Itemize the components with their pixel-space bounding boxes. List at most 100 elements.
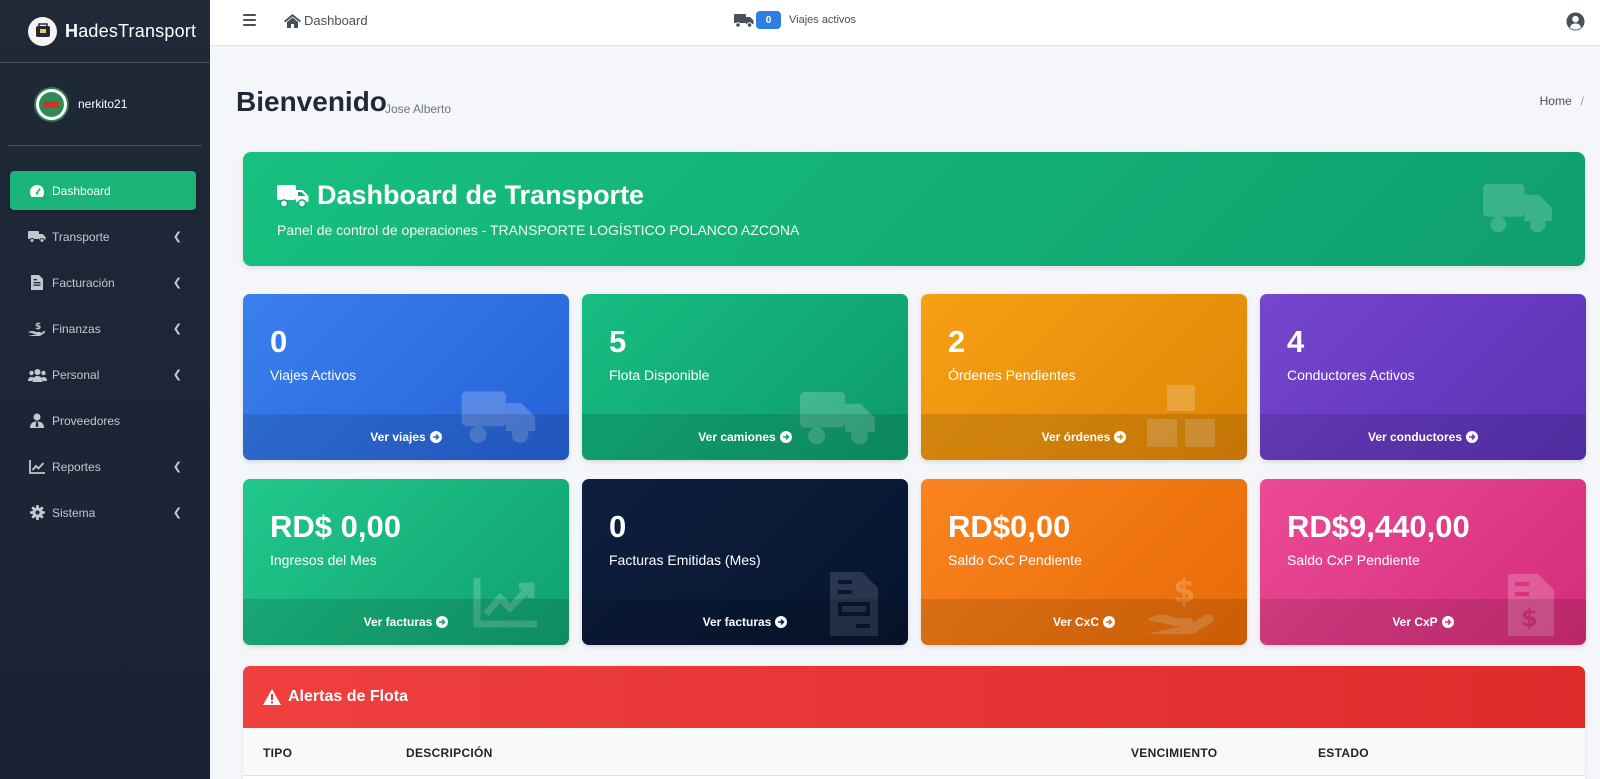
- stat-label: Saldo CxP Pendiente: [1287, 552, 1420, 568]
- card-link-ver-camiones[interactable]: Ver camiones: [582, 414, 908, 460]
- brand-logo-icon: [28, 16, 57, 46]
- svg-text:$: $: [35, 322, 41, 332]
- card-link-ver-cxc[interactable]: Ver CxC: [921, 599, 1247, 645]
- stat-value: 2: [948, 324, 966, 359]
- users-icon: [26, 368, 48, 382]
- arrow-circle-right-icon: [429, 431, 442, 443]
- truck-icon: [277, 184, 309, 208]
- breadcrumb-separator: /: [1580, 94, 1584, 108]
- fleet-alerts-panel: Alertas de Flota TIPO DESCRIPCIÓN VENCIM…: [243, 666, 1585, 779]
- hero-subtitle: Panel de control de operaciones - TRANSP…: [277, 222, 800, 238]
- warning-triangle-icon: [263, 689, 281, 705]
- sidebar-item-personal[interactable]: Personal ❮: [10, 355, 196, 394]
- arrow-circle-right-icon: [1466, 431, 1479, 443]
- truck-icon: [26, 230, 48, 243]
- chevron-left-icon: ❮: [172, 277, 182, 289]
- top-home-link[interactable]: Dashboard: [284, 13, 368, 28]
- user-tie-icon: [26, 413, 48, 428]
- column-header-estado: ESTADO: [1318, 746, 1369, 760]
- gauge-icon: [26, 184, 48, 198]
- sidebar-item-sistema[interactable]: Sistema ❮: [10, 493, 196, 532]
- card-link-ver-viajes[interactable]: Ver viajes: [243, 414, 569, 460]
- arrow-circle-right-icon: [1441, 616, 1454, 628]
- chevron-left-icon: ❮: [172, 507, 182, 519]
- stat-value: 5: [609, 324, 627, 359]
- stat-label: Ingresos del Mes: [270, 552, 377, 568]
- stat-label: Órdenes Pendientes: [948, 367, 1076, 383]
- stat-card-facturas-emitidas: 0 Facturas Emitidas (Mes) Ver facturas: [582, 479, 908, 645]
- card-link-ver-facturas[interactable]: Ver facturas: [582, 599, 908, 645]
- breadcrumb: Home /: [1540, 94, 1584, 108]
- sidebar-item-dashboard[interactable]: Dashboard: [10, 171, 196, 210]
- stat-card-saldo-cxc: RD$0,00 Saldo CxC Pendiente $ Ver CxC: [921, 479, 1247, 645]
- arrow-circle-right-icon: [436, 616, 449, 628]
- chevron-left-icon: ❮: [172, 461, 182, 473]
- sidebar-item-label: Facturación: [52, 275, 115, 290]
- sidebar-item-transporte[interactable]: Transporte ❮: [10, 217, 196, 256]
- sidebar-item-label: Finanzas: [52, 321, 101, 336]
- chevron-left-icon: ❮: [172, 369, 182, 381]
- card-link-ver-facturas[interactable]: Ver facturas: [243, 599, 569, 645]
- chevron-left-icon: ❮: [172, 231, 182, 243]
- breadcrumb-home-link[interactable]: Home: [1540, 94, 1572, 108]
- arrow-circle-right-icon: [1114, 431, 1127, 443]
- stat-value: RD$0,00: [948, 509, 1071, 544]
- hand-money-icon: $: [26, 321, 48, 336]
- active-trips-label: Viajes activos: [789, 14, 857, 26]
- card-link-ver-cxp[interactable]: Ver CxP: [1260, 599, 1586, 645]
- stat-label: Conductores Activos: [1287, 367, 1415, 383]
- card-link-ver-conductores[interactable]: Ver conductores: [1260, 414, 1586, 460]
- top-navbar: Dashboard 0 Viajes activos: [210, 0, 1600, 46]
- avatar: [34, 86, 69, 122]
- stat-card-flota-disponible: 5 Flota Disponible Ver camiones: [582, 294, 908, 460]
- sidebar-item-finanzas[interactable]: $ Finanzas ❮: [10, 309, 196, 348]
- active-trips-indicator[interactable]: 0 Viajes activos: [734, 11, 856, 29]
- sidebar-item-proveedores[interactable]: Proveedores: [10, 401, 196, 440]
- stat-card-ordenes-pendientes: 2 Órdenes Pendientes Ver órdenes: [921, 294, 1247, 460]
- arrow-circle-right-icon: [779, 431, 792, 443]
- user-menu-icon[interactable]: [1566, 12, 1585, 36]
- sidebar: HadesTransport nerkito21 Dashboard Trans…: [0, 0, 210, 779]
- hero-title: Dashboard de Transporte: [277, 180, 644, 211]
- sidebar-item-label: Transporte: [52, 229, 110, 244]
- sidebar-item-label: Dashboard: [52, 183, 111, 198]
- sidebar-item-reportes[interactable]: Reportes ❮: [10, 447, 196, 486]
- stat-label: Flota Disponible: [609, 367, 710, 383]
- truck-icon: [734, 13, 754, 28]
- sidebar-nav: Dashboard Transporte ❮ Facturación ❮ $ F…: [0, 146, 210, 532]
- table-header: TIPO DESCRIPCIÓN VENCIMIENTO ESTADO: [243, 728, 1585, 776]
- stat-card-viajes-activos: 0 Viajes Activos Ver viajes: [243, 294, 569, 460]
- stat-label: Viajes Activos: [270, 367, 357, 383]
- stat-card-saldo-cxp: RD$9,440,00 Saldo CxP Pendiente $ Ver Cx…: [1260, 479, 1586, 645]
- stat-value: 0: [609, 509, 627, 544]
- page-title: Bienvenido: [236, 86, 387, 117]
- arrow-circle-right-icon: [1103, 616, 1116, 628]
- arrow-circle-right-icon: [775, 616, 788, 628]
- user-panel[interactable]: nerkito21: [8, 63, 202, 146]
- stat-value: 4: [1287, 324, 1305, 359]
- menu-toggle-icon[interactable]: [243, 14, 256, 26]
- stat-card-ingresos-mes: RD$ 0,00 Ingresos del Mes Ver facturas: [243, 479, 569, 645]
- sidebar-item-label: Sistema: [52, 505, 96, 520]
- card-link-ver-ordenes[interactable]: Ver órdenes: [921, 414, 1247, 460]
- fleet-alerts-header: Alertas de Flota: [243, 666, 1585, 728]
- fleet-alerts-title: Alertas de Flota: [288, 688, 409, 705]
- invoice-icon: [26, 275, 48, 290]
- stat-card-conductores-activos: 4 Conductores Activos Ver conductores: [1260, 294, 1586, 460]
- sidebar-item-facturacion[interactable]: Facturación ❮: [10, 263, 196, 302]
- sidebar-item-label: Proveedores: [52, 413, 121, 428]
- stat-value: RD$9,440,00: [1287, 509, 1470, 544]
- dashboard-hero-banner: Dashboard de Transporte Panel de control…: [243, 152, 1585, 266]
- stat-label: Facturas Emitidas (Mes): [609, 552, 761, 568]
- hero-title-text: Dashboard de Transporte: [317, 180, 645, 210]
- active-trips-badge: 0: [756, 11, 781, 29]
- user-name: nerkito21: [78, 97, 128, 111]
- page-subtitle: Jose Alberto: [385, 102, 452, 116]
- brand-link[interactable]: HadesTransport: [0, 0, 210, 63]
- sidebar-item-label: Reportes: [52, 459, 101, 474]
- chart-line-icon: [26, 459, 48, 474]
- truck-icon: [1483, 180, 1553, 241]
- gear-icon: [26, 505, 48, 520]
- home-icon: [284, 13, 301, 28]
- stat-value: RD$ 0,00: [270, 509, 401, 544]
